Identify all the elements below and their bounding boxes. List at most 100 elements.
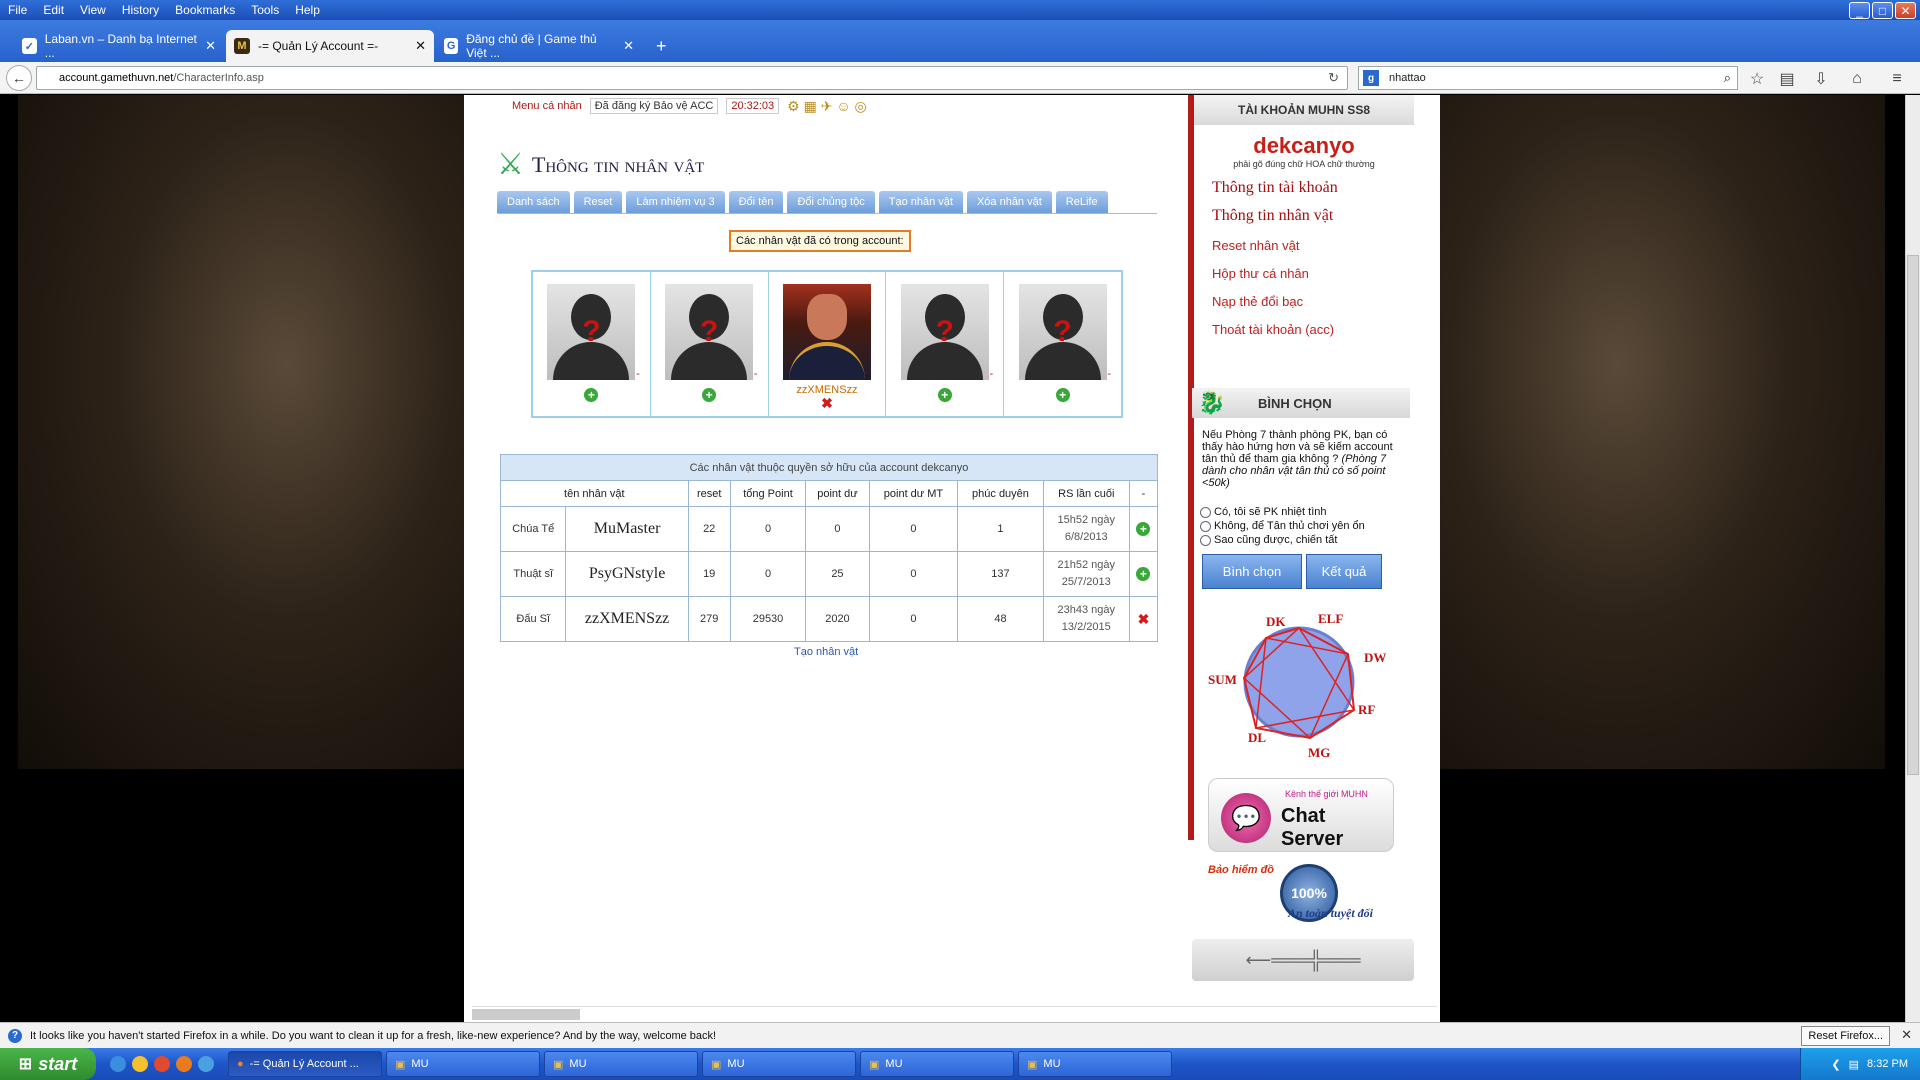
task-mu[interactable]: ▣ MU (860, 1051, 1014, 1077)
home-icon[interactable]: ⌂ (1846, 68, 1868, 90)
delete-icon[interactable]: ✖ (1138, 611, 1150, 627)
quicklaunch-chrome-icon[interactable] (154, 1056, 170, 1072)
tab-label: Laban.vn – Danh bạ Internet ... (44, 32, 197, 60)
bookmark-star-icon[interactable]: ☆ (1746, 68, 1768, 90)
tab-quest3[interactable]: Làm nhiệm vụ 3 (626, 191, 725, 213)
character-portrait[interactable] (782, 284, 871, 380)
tab-change-race[interactable]: Đổi chủng tộc (787, 191, 875, 213)
radio-button[interactable] (1200, 534, 1211, 546)
tab-account[interactable]: M -= Quản Lý Account =- ✕ (226, 30, 434, 62)
add-character-icon[interactable]: + (937, 388, 952, 402)
search-input[interactable]: g nhattao ⌕ (1358, 66, 1738, 90)
menu-help[interactable]: Help (287, 3, 328, 17)
delete-character-icon[interactable]: ✖ (821, 396, 833, 410)
chat-server-banner[interactable]: 💬 Kênh thế giới MUHN Chat Server (1208, 778, 1394, 852)
task-mu[interactable]: ▣ MU (702, 1051, 856, 1077)
tab-rename[interactable]: Đổi tên (728, 191, 784, 213)
search-icon[interactable]: ⌕ (1724, 70, 1731, 86)
network-icon[interactable]: ▤ (1849, 1058, 1859, 1071)
menu-history[interactable]: History (114, 3, 167, 17)
close-icon[interactable]: ✕ (1901, 1027, 1912, 1043)
create-character-link[interactable]: Tạo nhân vật (794, 646, 858, 658)
search-engine-icon[interactable]: g (1363, 70, 1379, 86)
scroll-thumb[interactable] (1907, 255, 1919, 775)
add-character-icon[interactable]: + (584, 388, 599, 402)
vertical-scrollbar[interactable] (1905, 95, 1920, 1022)
add-icon[interactable]: + (1136, 522, 1151, 536)
char-total-point: 29530 (729, 596, 807, 642)
tab-gamethu[interactable]: G Đăng chủ đề | Game thủ Việt ... ✕ (436, 30, 642, 62)
quicklaunch-firefox-icon[interactable] (176, 1056, 192, 1072)
mu-icon: ▣ (1027, 1058, 1038, 1071)
link-logout[interactable]: Thoát tài khoản (acc) (1194, 322, 1414, 337)
menu-view[interactable]: View (72, 3, 114, 17)
task-mu[interactable]: ▣ MU (386, 1051, 540, 1077)
close-tab-icon[interactable]: ✕ (623, 38, 634, 54)
add-character-icon[interactable]: + (1055, 388, 1070, 402)
new-tab-button[interactable]: + (648, 30, 678, 62)
quicklaunch-messenger-icon[interactable] (132, 1056, 148, 1072)
maximize-button[interactable]: □ (1872, 2, 1893, 19)
char-slot-filled: zzXMENSzz ✖ (769, 272, 887, 416)
vote-option-2[interactable]: Không, để Tân thủ chơi yên ổn (1200, 520, 1365, 532)
start-button[interactable]: ⊞ start (0, 1048, 96, 1080)
wheel-label-sum: SUM (1208, 672, 1237, 687)
page-title-text: Thông tin nhân vật (531, 151, 705, 177)
tab-relife[interactable]: ReLife (1055, 191, 1108, 213)
menu-file[interactable]: File (0, 3, 35, 17)
tab-laban[interactable]: ✓ Laban.vn – Danh bạ Internet ... ✕ (14, 30, 224, 62)
close-tab-icon[interactable]: ✕ (415, 38, 426, 54)
char-point: 2020 (805, 596, 870, 642)
vote-option-1[interactable]: Có, tôi sẽ PK nhiệt tình (1200, 506, 1327, 518)
tray-arrow-icon[interactable]: ❮ (1831, 1058, 1840, 1071)
quicklaunch-ie2-icon[interactable] (198, 1056, 214, 1072)
task-mu[interactable]: ▣ MU (544, 1051, 698, 1077)
link-account-info[interactable]: Thông tin tài khoản (1194, 179, 1414, 197)
vote-option-3[interactable]: Sao cũng được, chiến tất (1200, 534, 1337, 546)
close-tab-icon[interactable]: ✕ (205, 38, 216, 54)
task-mu[interactable]: ▣ MU (1018, 1051, 1172, 1077)
menu-edit[interactable]: Edit (35, 3, 72, 17)
task-firefox[interactable]: ● -= Quản Lý Account ... (228, 1051, 382, 1077)
char-name[interactable]: PsyGNstyle (565, 551, 689, 597)
link-reset-character[interactable]: Reset nhân vật (1194, 238, 1414, 253)
link-inbox[interactable]: Hộp thư cá nhân (1194, 266, 1414, 281)
close-window-button[interactable]: ✕ (1895, 2, 1916, 19)
tab-create-char[interactable]: Tạo nhân vật (878, 191, 963, 213)
radio-button[interactable] (1200, 506, 1211, 518)
quicklaunch-ie-icon[interactable] (110, 1056, 126, 1072)
reset-firefox-button[interactable]: Reset Firefox... (1801, 1026, 1890, 1046)
tab-list[interactable]: Danh sách (497, 191, 570, 213)
link-character-info[interactable]: Thông tin nhân vật (1194, 207, 1414, 225)
char-name[interactable]: MuMaster (565, 506, 689, 552)
minimize-button[interactable]: _ (1849, 2, 1870, 19)
scroll-thumb[interactable] (472, 1009, 580, 1020)
toolbar-icons[interactable]: ⚙ ▦ ✈ ☺ ◎ (787, 98, 867, 115)
insurance-banner[interactable]: Bảo hiểm đồ 100% An toàn tuyệt đối (1208, 860, 1394, 930)
downloads-icon[interactable]: ⇩ (1810, 68, 1832, 90)
class-wheel-banner[interactable]: DK ELF DW RF MG DL SUM (1204, 610, 1394, 760)
add-icon[interactable]: + (1136, 567, 1151, 581)
char-phuc-duyen: 137 (957, 551, 1044, 597)
menu-tools[interactable]: Tools (243, 3, 287, 17)
link-topup[interactable]: Nạp thẻ đổi bạc (1194, 294, 1414, 309)
tab-delete-char[interactable]: Xóa nhân vật (966, 191, 1052, 213)
menu-icon[interactable]: ≡ (1886, 68, 1908, 90)
rs-date: 25/7/2013 (1061, 576, 1111, 588)
back-button[interactable]: ← (6, 64, 32, 91)
vote-result-button[interactable]: Kết quả (1306, 554, 1382, 589)
url-path: /CharacterInfo.asp (173, 72, 264, 84)
url-bar[interactable]: account.gamethuvn.net/CharacterInfo.asp … (36, 66, 1348, 90)
char-name[interactable]: zzXMENSzz (565, 596, 689, 642)
radio-button[interactable] (1200, 520, 1211, 532)
char-point-mt: 0 (868, 506, 959, 552)
bookmarks-menu-icon[interactable]: ▤ (1776, 68, 1798, 90)
rs-date: 13/2/2015 (1061, 621, 1111, 633)
vote-button[interactable]: Bình chọn (1202, 554, 1302, 589)
horizontal-scrollbar[interactable] (472, 1006, 1437, 1020)
add-character-icon[interactable]: + (702, 388, 717, 402)
reload-icon[interactable]: ↻ (1328, 70, 1339, 86)
menu-bookmarks[interactable]: Bookmarks (167, 3, 243, 17)
tab-reset[interactable]: Reset (573, 191, 623, 213)
personal-menu-link[interactable]: Menu cá nhân (512, 100, 582, 112)
